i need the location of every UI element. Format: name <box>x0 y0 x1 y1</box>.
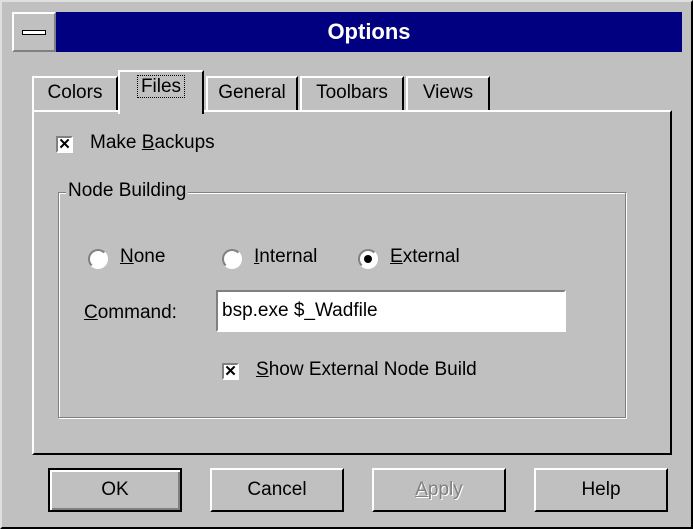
tab-files-label: Files <box>136 75 186 98</box>
title-bar[interactable]: Options <box>12 12 682 52</box>
radio-selected-dot <box>364 255 372 263</box>
system-menu-icon <box>22 30 46 35</box>
radio-none[interactable] <box>88 249 108 269</box>
tab-toolbars-label: Toolbars <box>316 82 388 103</box>
radio-internal[interactable] <box>222 249 242 269</box>
radio-external[interactable] <box>358 249 378 269</box>
help-button[interactable]: Help <box>534 468 668 512</box>
ok-button[interactable]: OK <box>48 468 182 512</box>
node-building-label: Node Building <box>66 180 189 202</box>
tab-views[interactable]: Views <box>406 76 490 112</box>
window-title: Options <box>327 19 411 44</box>
command-label: Command: <box>84 302 177 323</box>
show-external-node-build-label[interactable]: Show External Node Build <box>256 359 477 381</box>
radio-external-label[interactable]: External <box>390 246 460 268</box>
radio-none-label[interactable]: None <box>120 246 165 268</box>
tab-colors[interactable]: Colors <box>32 76 118 112</box>
options-dialog: Options Colors Files General Toolbars Vi… <box>0 0 693 529</box>
show-external-node-build-checkbox[interactable]: ✕ <box>222 363 239 380</box>
tab-files[interactable]: Files <box>118 70 204 114</box>
make-backups-label[interactable]: Make Backups <box>90 132 215 154</box>
tab-views-label: Views <box>422 82 474 103</box>
system-menu-button[interactable] <box>12 12 56 52</box>
tab-general[interactable]: General <box>206 76 298 112</box>
command-input[interactable]: bsp.exe $_Wadfile <box>216 290 566 332</box>
radio-internal-label[interactable]: Internal <box>254 246 317 268</box>
tab-colors-label: Colors <box>47 82 103 103</box>
apply-button[interactable]: Apply <box>372 468 506 512</box>
cancel-button[interactable]: Cancel <box>210 468 344 512</box>
tab-toolbars[interactable]: Toolbars <box>300 76 404 112</box>
make-backups-checkbox[interactable]: ✕ <box>56 136 73 153</box>
tab-general-label: General <box>218 82 286 103</box>
